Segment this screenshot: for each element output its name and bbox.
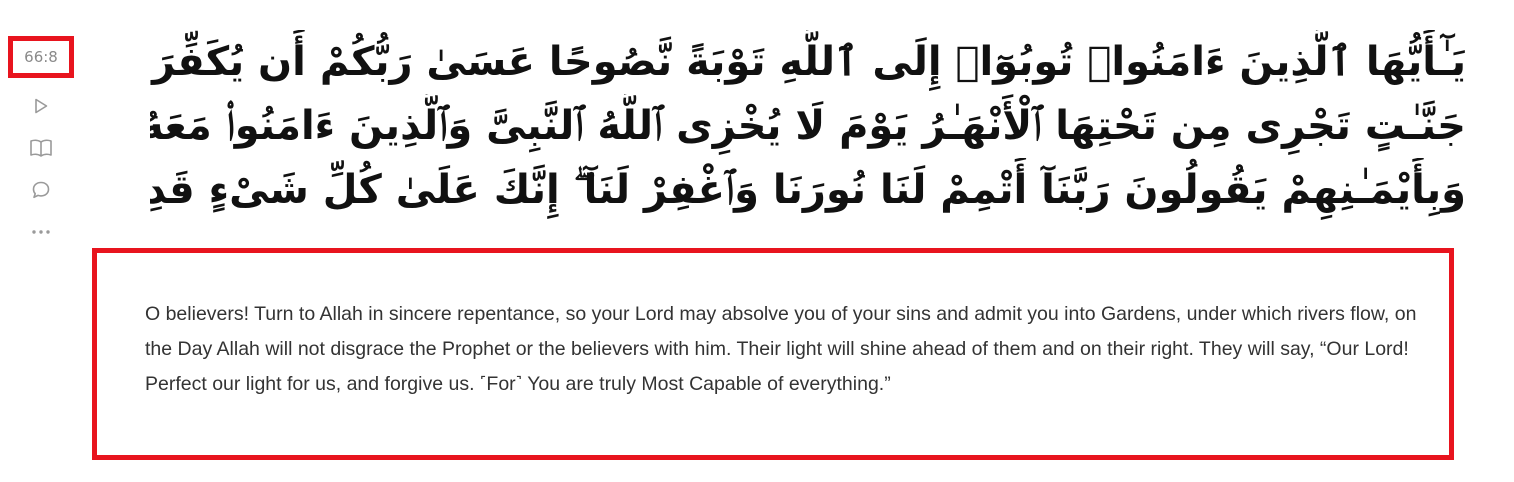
play-icon — [32, 97, 50, 115]
comment-icon — [31, 180, 51, 200]
arabic-verse-text: يَـٰٓأَيُّهَا ٱلَّذِينَ ءَامَنُوا۟ تُوبُ… — [150, 30, 1466, 222]
arabic-line-1: يَـٰٓأَيُّهَا ٱلَّذِينَ ءَامَنُوا۟ تُوبُ… — [150, 39, 1466, 85]
arabic-line-3: وَبِأَيْمَـٰنِهِمْ يَقُولُونَ رَبَّنَآ أ… — [150, 158, 1466, 222]
verse-page: 66:8 يَـٰٓأَيُّهَا ٱلَّذِينَ ءَامَنُوا۟ … — [0, 0, 1514, 482]
translation-box: O believers! Turn to Allah in sincere re… — [92, 248, 1454, 460]
more-options-button[interactable] — [27, 218, 55, 246]
arabic-line-2: جَنَّـٰتٍ تَجْرِى مِن تَحْتِهَا ٱلْأَنْه… — [150, 103, 1466, 149]
book-icon — [29, 138, 53, 158]
verse-actions-sidebar: 66:8 — [8, 36, 74, 246]
more-icon — [31, 229, 51, 235]
tafsir-button[interactable] — [27, 134, 55, 162]
reflections-button[interactable] — [27, 176, 55, 204]
arabic-line-3-text: وَبِأَيْمَـٰنِهِمْ يَقُولُونَ رَبَّنَآ أ… — [150, 167, 1466, 213]
translation-text: O believers! Turn to Allah in sincere re… — [145, 303, 1417, 395]
verse-key-button[interactable]: 66:8 — [8, 36, 74, 78]
play-button[interactable] — [27, 92, 55, 120]
